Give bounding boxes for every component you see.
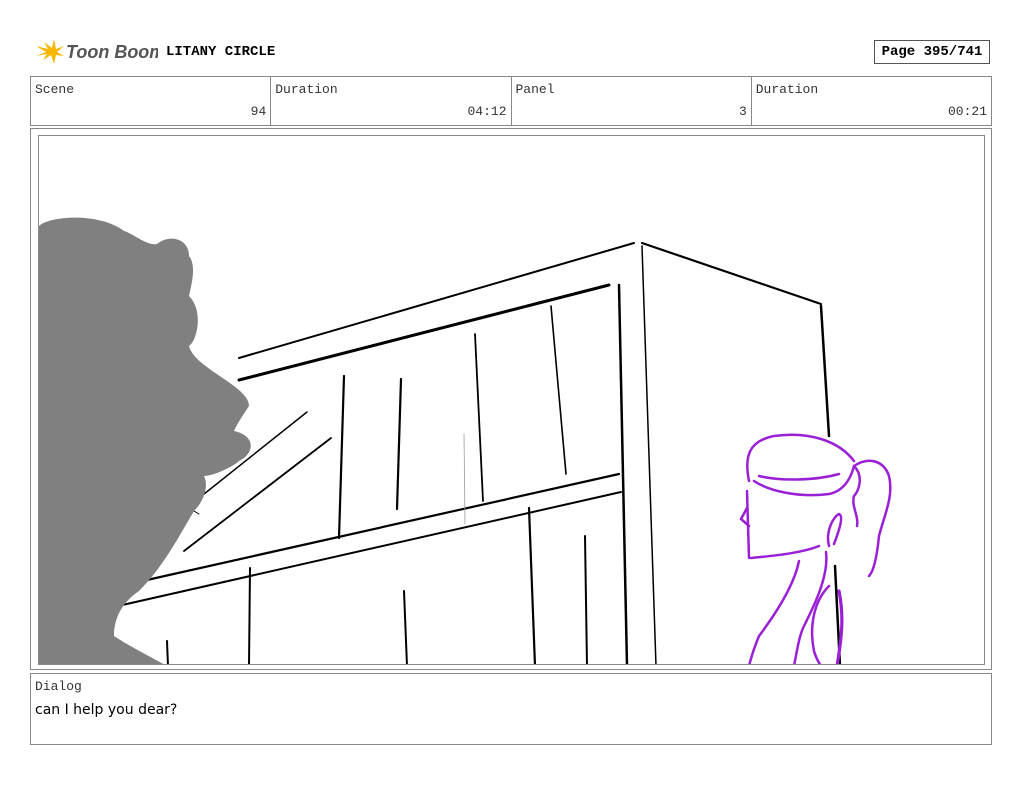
scene-cell: Scene 94: [31, 77, 272, 125]
info-row: Scene 94 Duration 04:12 Panel 3 Duration…: [30, 76, 992, 126]
panel-cell: Panel 3: [512, 77, 752, 125]
scene-value: 94: [250, 104, 267, 119]
scene-duration-label: Duration: [275, 82, 338, 97]
dialog-label: Dialog: [35, 679, 82, 694]
scene-duration-cell: Duration 04:12: [271, 77, 512, 125]
dialog-text: can I help you dear?: [35, 702, 178, 718]
logo-burst-icon: [36, 39, 64, 64]
page-indicator: Page 395/741: [874, 40, 990, 64]
panel-duration-value: 00:21: [947, 104, 987, 119]
panel-label: Panel: [515, 82, 555, 97]
toon-boom-logo: Toon Boom: [34, 36, 158, 68]
panel-drawing: [38, 135, 985, 665]
scene-duration-value: 04:12: [467, 104, 507, 119]
character-sketch: [739, 433, 892, 664]
logo-text: Toon Boom: [66, 42, 158, 62]
panel-duration-cell: Duration 00:21: [752, 77, 991, 125]
silhouette-shape: [39, 217, 251, 664]
dialog-box: Dialog can I help you dear?: [30, 673, 992, 745]
panel-value: 3: [738, 104, 747, 119]
storyboard-panel: [30, 128, 992, 670]
project-title: LITANY CIRCLE: [166, 44, 276, 60]
panel-duration-label: Duration: [755, 82, 819, 97]
sketch-drawing: [39, 217, 892, 664]
scene-label: Scene: [35, 82, 75, 97]
